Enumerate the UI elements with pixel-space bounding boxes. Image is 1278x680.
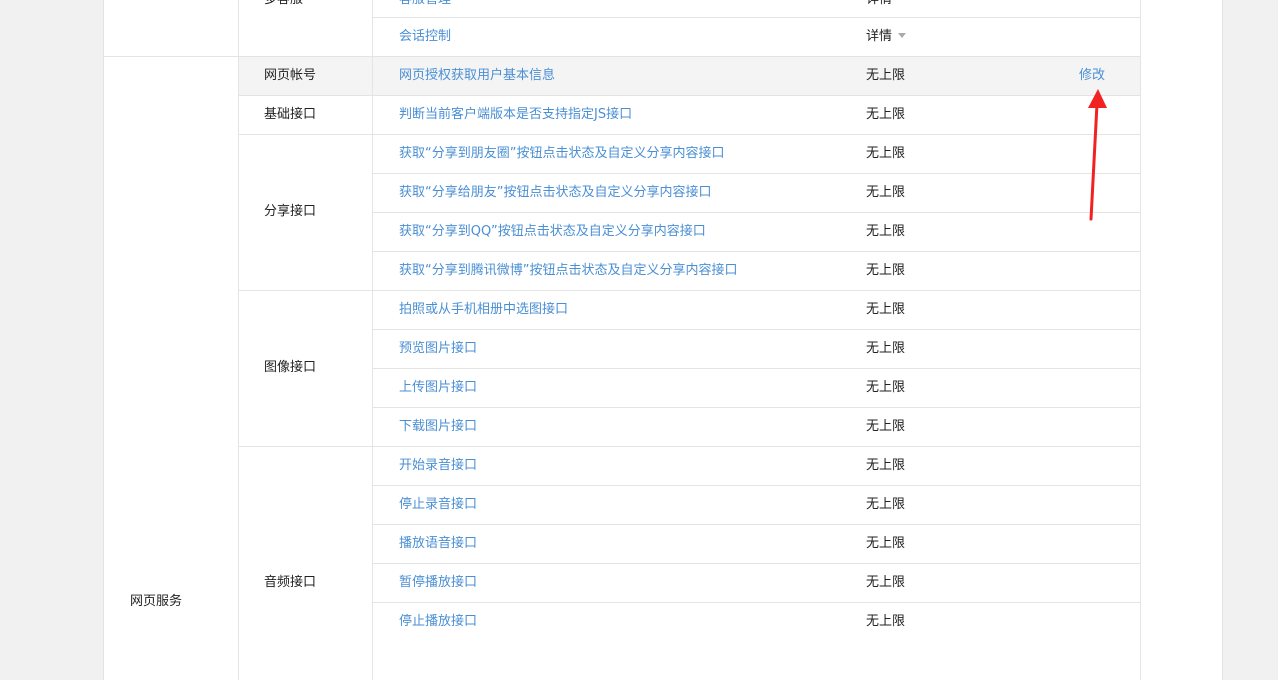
detail-label: 详情	[866, 29, 893, 44]
detail-dropdown[interactable]: 详情	[866, 27, 907, 47]
row-divider	[373, 329, 1140, 330]
row-divider	[373, 602, 1140, 603]
interface-link[interactable]: 获取“分享到朋友圈”按钮点击状态及自定义分享内容接口	[399, 144, 724, 164]
limit-value: 无上限	[866, 380, 906, 395]
group-divider	[238, 446, 1140, 447]
modify-link[interactable]: 修改	[1079, 66, 1105, 86]
highlighted-row-bg	[238, 56, 1140, 95]
group-divider	[238, 95, 1140, 96]
interface-link[interactable]: 停止录音接口	[399, 495, 477, 515]
interface-link[interactable]: 预览图片接口	[399, 339, 477, 359]
interface-link[interactable]: 播放语音接口	[399, 534, 477, 554]
interface-link[interactable]: 拍照或从手机相册中选图接口	[399, 300, 568, 320]
interface-link[interactable]: 开始录音接口	[399, 456, 477, 476]
row-divider	[373, 173, 1140, 174]
limit-value: 无上限	[866, 224, 906, 239]
group-label-audio: 音频接口	[264, 575, 317, 590]
caret-down-icon	[898, 33, 907, 38]
limit-value: 无上限	[866, 341, 906, 356]
divider-category	[238, 0, 239, 680]
divider-group	[372, 0, 373, 680]
section-divider	[104, 56, 1140, 57]
row-divider	[373, 212, 1140, 213]
category-label-web-service: 网页服务	[130, 594, 183, 609]
group-label-share: 分享接口	[264, 204, 317, 219]
limit-value: 无上限	[866, 536, 906, 551]
interface-link[interactable]: 获取“分享给朋友”按钮点击状态及自定义分享内容接口	[399, 183, 711, 203]
interface-link[interactable]: 获取“分享到QQ”按钮点击状态及自定义分享内容接口	[399, 222, 706, 242]
limit-value: 无上限	[866, 419, 906, 434]
row-divider	[373, 17, 1140, 18]
interface-link[interactable]: 网页授权获取用户基本信息	[399, 66, 555, 86]
limit-value: 详情	[866, 0, 892, 10]
limit-value: 无上限	[866, 614, 906, 629]
interface-link[interactable]: 停止播放接口	[399, 612, 477, 632]
group-label-web-account: 网页帐号	[264, 68, 317, 83]
limit-value: 无上限	[866, 107, 906, 122]
limit-value: 无上限	[866, 68, 906, 83]
row-divider	[373, 251, 1140, 252]
top-category-label: 多客服	[264, 0, 303, 10]
divider-table-right	[1140, 0, 1141, 680]
row-divider	[373, 368, 1140, 369]
interface-link[interactable]: 会话控制	[399, 27, 451, 47]
limit-value: 无上限	[866, 302, 906, 317]
interface-link[interactable]: 暂停播放接口	[399, 573, 477, 593]
limit-value: 无上限	[866, 458, 906, 473]
interface-link[interactable]: 判断当前客户端版本是否支持指定JS接口	[399, 105, 632, 125]
limit-value: 无上限	[866, 575, 906, 590]
group-divider	[238, 290, 1140, 291]
interface-link[interactable]: 客服管理	[399, 0, 451, 10]
group-label-basic: 基础接口	[264, 107, 317, 122]
interface-link[interactable]: 上传图片接口	[399, 378, 477, 398]
row-divider	[373, 563, 1140, 564]
row-divider	[373, 485, 1140, 486]
limit-value: 无上限	[866, 146, 906, 161]
limit-value: 无上限	[866, 497, 906, 512]
group-divider	[238, 134, 1140, 135]
interface-link[interactable]: 获取“分享到腾讯微博”按钮点击状态及自定义分享内容接口	[399, 261, 737, 281]
row-divider	[373, 407, 1140, 408]
limit-value: 无上限	[866, 185, 906, 200]
interface-permission-table: 多客服 客服管理 详情 会话控制 详情 网页服务 网页帐号 基础接口 分享接口 …	[103, 0, 1223, 680]
limit-value: 无上限	[866, 263, 906, 278]
interface-link[interactable]: 下载图片接口	[399, 417, 477, 437]
group-label-image: 图像接口	[264, 360, 317, 375]
row-divider	[373, 524, 1140, 525]
